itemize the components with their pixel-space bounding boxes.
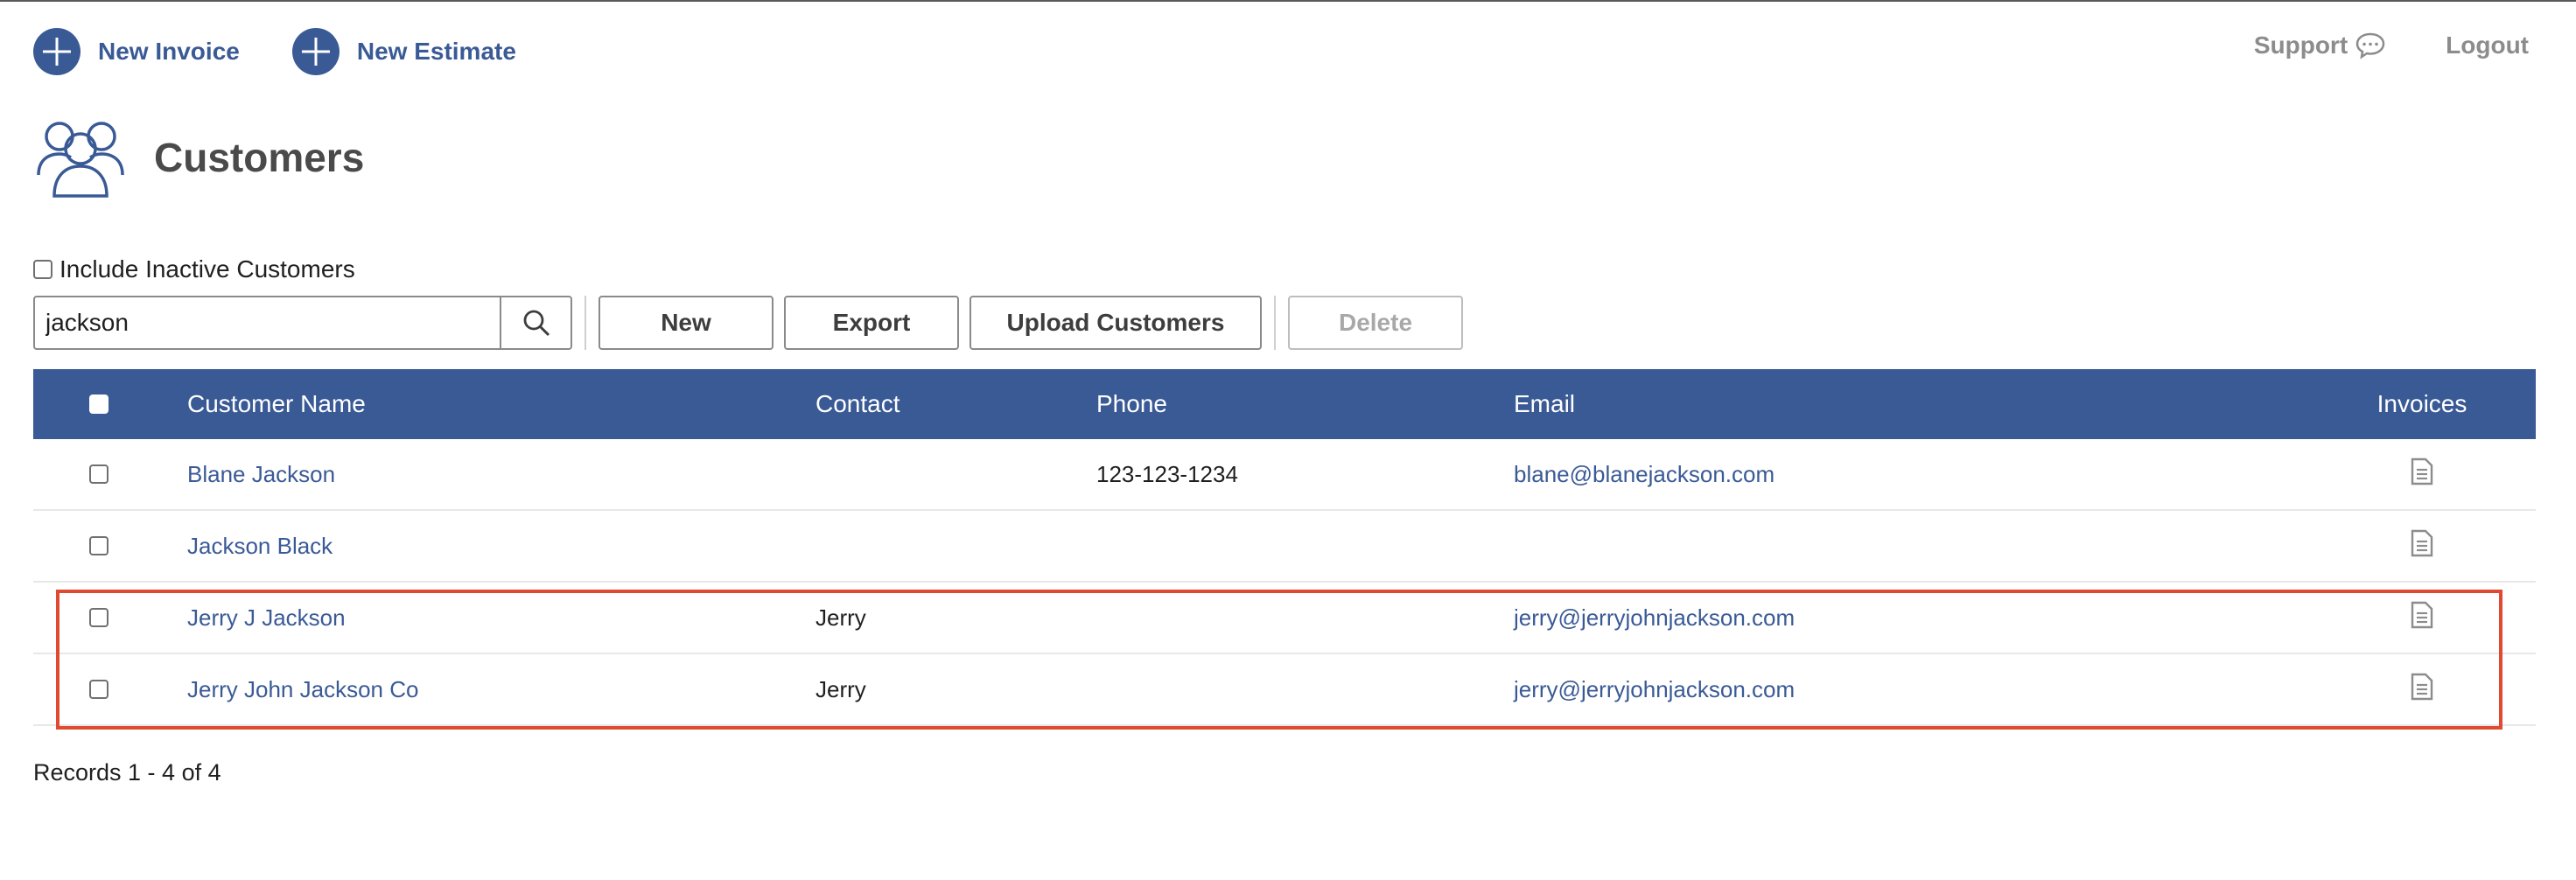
document-icon[interactable] [2410,601,2434,629]
include-inactive-row: Include Inactive Customers [33,255,355,283]
upload-customers-button[interactable]: Upload Customers [970,296,1262,350]
table-row: Blane Jackson 123-123-1234 blane@blaneja… [33,439,2536,511]
customer-toolbar: New Export Upload Customers Delete [33,296,1463,350]
invoices-cell [2343,457,2501,492]
row-checkbox[interactable] [89,464,108,484]
invoices-cell [2343,529,2501,563]
customer-name-link[interactable]: Jackson Black [187,533,332,560]
search-input[interactable] [35,297,500,348]
logout-link[interactable]: Logout [2446,31,2529,59]
support-label: Support [2253,31,2348,59]
header-contact[interactable]: Contact [816,390,900,418]
contact-cell: Jerry [816,675,866,702]
top-right-links: Support Logout [2254,31,2529,59]
contact-cell: Jerry [816,604,866,631]
invoices-cell [2343,673,2501,707]
header-phone[interactable]: Phone [1096,390,1167,418]
header-email[interactable]: Email [1514,390,1575,418]
delete-button[interactable]: Delete [1288,296,1463,350]
select-all-checkbox[interactable] [89,395,108,414]
row-checkbox[interactable] [89,680,108,699]
customer-name-link[interactable]: Jerry J Jackson [187,604,346,632]
page-title: Customers [154,135,365,180]
new-customer-button[interactable]: New [598,296,774,350]
header-invoices: Invoices [2376,390,2468,417]
table-row: Jackson Black [33,511,2536,583]
document-icon[interactable] [2410,457,2434,485]
document-icon[interactable] [2410,673,2434,701]
page-header: Customers [33,115,364,199]
records-count: Records 1 - 4 of 4 [33,759,221,786]
search-icon [523,310,550,337]
phone-cell: 123-123-1234 [1096,460,1238,487]
table-row: Jerry J Jackson Jerry jerry@jerryjohnjac… [33,583,2536,654]
new-invoice-button[interactable]: New Invoice [33,28,240,75]
top-actions: New Invoice New Estimate [33,28,569,75]
toolbar-divider [584,296,586,350]
invoices-cell [2343,601,2501,635]
toolbar-divider [1274,296,1276,350]
customer-name-link[interactable]: Jerry John Jackson Co [187,676,418,703]
header-customer-name[interactable]: Customer Name [187,390,366,418]
customers-group-icon [37,122,124,198]
export-button[interactable]: Export [784,296,959,350]
email-link[interactable]: jerry@jerryjohnjackson.com [1514,604,1795,632]
include-inactive-checkbox[interactable] [33,260,52,279]
customers-table: Customer Name Contact Phone Email Invoic… [33,369,2536,726]
email-link[interactable]: blane@blanejackson.com [1514,461,1774,488]
chat-bubble-icon [2356,32,2385,59]
search-button[interactable] [500,297,570,348]
new-estimate-label: New Estimate [356,38,516,65]
document-icon[interactable] [2410,529,2434,557]
support-link[interactable]: Support [2254,31,2386,59]
table-header: Customer Name Contact Phone Email Invoic… [33,369,2536,439]
row-checkbox[interactable] [89,536,108,555]
email-link[interactable]: jerry@jerryjohnjackson.com [1514,676,1795,703]
customers-page: New Invoice New Estimate Support Logout [0,0,2576,880]
new-estimate-button[interactable]: New Estimate [291,28,516,75]
new-invoice-label: New Invoice [98,38,240,65]
row-checkbox[interactable] [89,608,108,627]
search-box [33,296,572,350]
include-inactive-label: Include Inactive Customers [60,255,355,283]
table-row: Jerry John Jackson Co Jerry jerry@jerryj… [33,654,2536,726]
plus-circle-icon [33,28,80,75]
plus-circle-icon [291,28,340,75]
customer-name-link[interactable]: Blane Jackson [187,461,335,488]
